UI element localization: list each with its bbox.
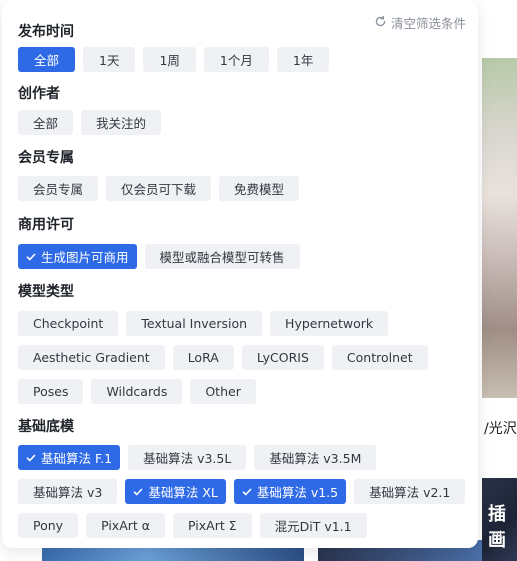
time-option-1week[interactable]: 1周 xyxy=(143,47,196,72)
page: /光沢 插画 nt 清空筛选条件 发布时间 全部 1天 1周 1个月 1年 创作… xyxy=(0,0,517,561)
base-model-row-1: 基础算法 F.1 基础算法 v3.5L 基础算法 v3.5M xyxy=(18,445,377,470)
clear-filters-label: 清空筛选条件 xyxy=(390,16,466,31)
member-option-download-only[interactable]: 仅会员可下载 xyxy=(106,176,212,201)
member-options: 会员专属 仅会员可下载 免费模型 xyxy=(18,176,300,201)
model-type-row-1: Checkpoint Textual Inversion Hypernetwor… xyxy=(18,311,389,336)
publish-time-options: 全部 1天 1周 1个月 1年 xyxy=(18,47,330,72)
base-model-v21[interactable]: 基础算法 v2.1 xyxy=(354,479,466,504)
base-model-xl-label: 基础算法 XL xyxy=(148,485,218,500)
section-title-member: 会员专属 xyxy=(18,150,74,166)
model-type-poses[interactable]: Poses xyxy=(18,379,84,404)
base-model-row-2: 基础算法 v3 基础算法 XL 基础算法 v1.5 基础算法 v2.1 xyxy=(18,479,466,504)
background-banner-text: 插画 xyxy=(488,504,506,551)
model-type-row-3: Poses Wildcards Other xyxy=(18,379,256,404)
model-type-lycoris[interactable]: LyCORIS xyxy=(241,345,324,370)
model-type-lora[interactable]: LoRA xyxy=(172,345,234,370)
creator-option-following[interactable]: 我关注的 xyxy=(81,110,162,135)
creator-option-all[interactable]: 全部 xyxy=(18,110,74,135)
base-model-pixart-alpha[interactable]: PixArt α xyxy=(86,513,166,538)
check-icon xyxy=(26,454,36,461)
section-title-creator: 创作者 xyxy=(18,86,60,102)
commercial-option-images[interactable]: 生成图片可商用 xyxy=(18,244,137,269)
model-type-wildcards[interactable]: Wildcards xyxy=(91,379,183,404)
time-option-1day[interactable]: 1天 xyxy=(83,47,136,72)
time-option-1month[interactable]: 1个月 xyxy=(203,47,269,72)
section-title-base-model: 基础底模 xyxy=(18,419,74,435)
time-option-1year[interactable]: 1年 xyxy=(276,47,330,72)
background-card-title: /光沢 xyxy=(484,421,517,437)
model-type-checkpoint[interactable]: Checkpoint xyxy=(18,311,119,336)
base-model-f1[interactable]: 基础算法 F.1 xyxy=(18,445,121,470)
base-model-pony[interactable]: Pony xyxy=(18,513,79,538)
base-model-hunyuan-dit[interactable]: 混元DiT v1.1 xyxy=(259,513,367,538)
section-title-publish-time: 发布时间 xyxy=(18,24,74,40)
commercial-option-images-label: 生成图片可商用 xyxy=(41,250,129,265)
check-icon xyxy=(134,488,143,495)
background-banner-subtext: nt xyxy=(492,528,504,541)
member-option-exclusive[interactable]: 会员专属 xyxy=(18,176,99,201)
model-type-aesthetic-gradient[interactable]: Aesthetic Gradient xyxy=(18,345,165,370)
base-model-v15-label: 基础算法 v1.5 xyxy=(256,485,339,500)
base-model-xl[interactable]: 基础算法 XL xyxy=(125,479,226,504)
refresh-icon xyxy=(374,15,387,31)
base-model-f1-label: 基础算法 F.1 xyxy=(41,451,113,466)
model-type-hypernetwork[interactable]: Hypernetwork xyxy=(270,311,389,336)
time-option-all[interactable]: 全部 xyxy=(18,47,76,72)
base-model-pixart-sigma[interactable]: PixArt Σ xyxy=(173,513,252,538)
section-title-commercial: 商用许可 xyxy=(18,217,74,233)
check-icon xyxy=(26,253,36,260)
base-model-v15[interactable]: 基础算法 v1.5 xyxy=(233,479,347,504)
base-model-row-3: Pony PixArt α PixArt Σ 混元DiT v1.1 xyxy=(18,513,367,538)
base-model-v35l[interactable]: 基础算法 v3.5L xyxy=(128,445,247,470)
model-type-other[interactable]: Other xyxy=(190,379,256,404)
filter-popup: 清空筛选条件 发布时间 全部 1天 1周 1个月 1年 创作者 全部 我关注的 … xyxy=(2,0,478,548)
creator-options: 全部 我关注的 xyxy=(18,110,162,135)
base-model-v3[interactable]: 基础算法 v3 xyxy=(18,479,118,504)
member-option-free[interactable]: 免费模型 xyxy=(219,176,300,201)
section-title-model-type: 模型类型 xyxy=(18,284,74,300)
model-type-textual-inversion[interactable]: Textual Inversion xyxy=(126,311,263,336)
commercial-options: 生成图片可商用 模型或融合模型可转售 xyxy=(18,244,300,269)
model-type-controlnet[interactable]: Controlnet xyxy=(331,345,428,370)
commercial-option-resale[interactable]: 模型或融合模型可转售 xyxy=(144,244,300,269)
check-icon xyxy=(242,488,252,495)
model-type-row-2: Aesthetic Gradient LoRA LyCORIS Controln… xyxy=(18,345,428,370)
background-image-card[interactable] xyxy=(482,58,517,398)
clear-filters-button[interactable]: 清空筛选条件 xyxy=(374,13,466,32)
base-model-v35m[interactable]: 基础算法 v3.5M xyxy=(254,445,377,470)
